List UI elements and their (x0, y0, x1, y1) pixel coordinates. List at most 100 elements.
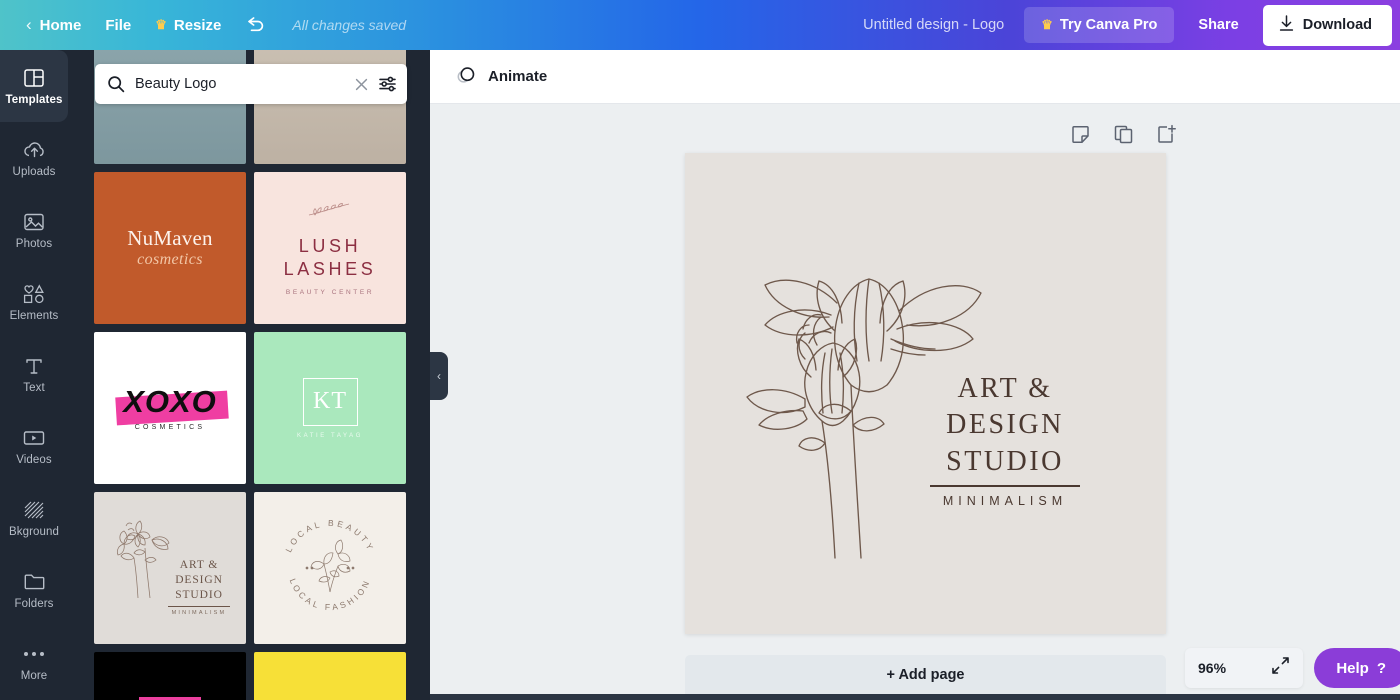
hatch-pattern-icon (23, 498, 45, 522)
numaven-subtitle: cosmetics (127, 251, 212, 269)
bottom-strip (430, 694, 1400, 700)
lush-title: LUSHLASHES (284, 235, 377, 281)
divider (168, 606, 230, 607)
expand-arrows-icon[interactable] (1271, 656, 1290, 680)
template-card-art-design-studio[interactable]: ART &DESIGNSTUDIO MINIMALISM (94, 492, 246, 644)
panel-collapse-button[interactable]: ‹ (430, 352, 448, 400)
filter-sliders-icon[interactable] (378, 75, 397, 93)
undo-button[interactable] (233, 9, 278, 41)
template-card-local-beauty-badge[interactable]: LOCAL BEAUTY LOCAL FASHION (254, 492, 406, 644)
download-label: Download (1303, 17, 1372, 33)
top-toolbar-left: ‹ Home File ♛ Resize All changes saved (0, 8, 406, 42)
search-icon (107, 75, 125, 93)
notes-icon[interactable] (1070, 124, 1091, 145)
logo-text-block: ART & DESIGN STUDIO MINIMALISM (890, 371, 1120, 508)
template-card-numaven-cosmetics[interactable]: NuMaven cosmetics (94, 172, 246, 324)
crown-icon: ♛ (155, 17, 167, 33)
logo-line-2: DESIGN (890, 407, 1120, 443)
question-mark-icon: ? (1377, 660, 1386, 677)
crown-icon: ♛ (1041, 17, 1053, 33)
undo-icon (245, 16, 266, 34)
text-icon (24, 354, 44, 378)
page-tools (1070, 124, 1177, 145)
animate-button[interactable]: Animate (444, 58, 559, 96)
templates-panel: NuMaven cosmetics (68, 50, 430, 700)
logo-subtitle: MINIMALISM (890, 494, 1120, 508)
svg-text:LOCAL FASHION: LOCAL FASHION (288, 577, 373, 612)
share-label: Share (1198, 17, 1238, 33)
top-toolbar-right: Untitled design - Logo ♛ Try Canva Pro S… (851, 5, 1400, 46)
template-card-hollys[interactable]: Holly's (254, 652, 406, 700)
resize-label: Resize (174, 17, 222, 34)
file-menu-button[interactable]: File (93, 10, 143, 41)
image-icon (23, 210, 45, 234)
sidebar-label-photos: Photos (16, 239, 52, 251)
design-page[interactable]: ART & DESIGN STUDIO MINIMALISM (685, 153, 1166, 634)
sidebar-label-folders: Folders (14, 599, 53, 611)
template-card-lush-lashes[interactable]: LUSHLASHES BEAUTY CENTER (254, 172, 406, 324)
template-grid: NuMaven cosmetics (68, 50, 430, 700)
sprig-icon (307, 200, 353, 225)
sidebar-item-elements[interactable]: Elements (0, 266, 68, 338)
duplicate-page-icon[interactable] (1113, 124, 1134, 145)
template-grid-inner: NuMaven cosmetics (94, 50, 406, 700)
sidebar-label-uploads: Uploads (13, 167, 56, 179)
home-button[interactable]: ‹ Home (14, 8, 93, 42)
video-icon (22, 426, 46, 450)
ads-subtitle: MINIMALISM (168, 610, 230, 616)
chevron-left-icon: ‹ (437, 369, 441, 383)
kt-frame-shape: KT (303, 378, 358, 426)
canva-editor: ‹ Home File ♛ Resize All changes saved U… (0, 0, 1400, 700)
download-icon (1279, 15, 1294, 36)
ads-title: ART &DESIGNSTUDIO (168, 558, 230, 604)
template-card-kt-katie-tayag[interactable]: KT KATIE TAYAG (254, 332, 406, 484)
share-button[interactable]: Share (1182, 7, 1254, 43)
sidebar-label-videos: Videos (16, 455, 52, 467)
sidebar-item-text[interactable]: Text (0, 338, 68, 410)
file-label: File (105, 17, 131, 34)
resize-button[interactable]: ♛ Resize (143, 10, 233, 41)
help-button[interactable]: Help ? (1314, 648, 1400, 688)
sidebar-item-bkground[interactable]: Bkground (0, 482, 68, 554)
canvas-stage: ART & DESIGN STUDIO MINIMALISM + Add pag… (430, 104, 1400, 700)
xoxo-title: XOXO (123, 386, 217, 417)
try-pro-label: Try Canva Pro (1060, 17, 1158, 33)
sidebar-label-more: More (21, 671, 48, 683)
sidebar-item-more[interactable]: More (0, 626, 68, 698)
template-card-xoxo-cosmetics[interactable]: XOXO COSMETICS (94, 332, 246, 484)
sidebar-item-templates[interactable]: Templates (0, 50, 68, 122)
templates-icon (23, 66, 45, 90)
sidebar-item-folders[interactable]: Folders (0, 554, 68, 626)
sidebar-item-uploads[interactable]: Uploads (0, 122, 68, 194)
top-toolbar: ‹ Home File ♛ Resize All changes saved U… (0, 0, 1400, 50)
shapes-icon (22, 282, 46, 306)
upload-cloud-icon (23, 138, 46, 162)
add-page-button[interactable]: + Add page (685, 655, 1166, 695)
folder-icon (23, 570, 46, 594)
search-bar (95, 64, 407, 104)
sidebar-label-elements: Elements (10, 311, 59, 323)
add-page-label: + Add page (886, 667, 964, 683)
ellipsis-icon (24, 642, 44, 666)
sidebar-item-videos[interactable]: Videos (0, 410, 68, 482)
document-title[interactable]: Untitled design - Logo (851, 10, 1016, 40)
try-canva-pro-button[interactable]: ♛ Try Canva Pro (1024, 7, 1174, 43)
divider (930, 485, 1080, 487)
chevron-left-icon: ‹ (26, 15, 32, 35)
zoom-control[interactable]: 96% (1185, 648, 1303, 688)
search-input[interactable] (125, 76, 354, 92)
home-label: Home (40, 17, 82, 34)
left-rail: Templates Uploads Photos (0, 50, 68, 700)
add-page-icon[interactable] (1156, 124, 1177, 145)
kt-subtitle: KATIE TAYAG (297, 433, 363, 439)
kt-title: KT (313, 388, 347, 415)
template-card-fiaza-plaza[interactable]: FIAZA (94, 652, 246, 700)
numaven-title: NuMaven (127, 228, 212, 249)
sidebar-label-bkground: Bkground (9, 527, 59, 539)
help-label: Help (1336, 660, 1369, 677)
close-icon[interactable] (354, 77, 369, 92)
sidebar-item-photos[interactable]: Photos (0, 194, 68, 266)
context-toolbar: Animate (430, 50, 1400, 104)
sidebar-label-text: Text (23, 383, 45, 395)
download-button[interactable]: Download (1263, 5, 1392, 46)
